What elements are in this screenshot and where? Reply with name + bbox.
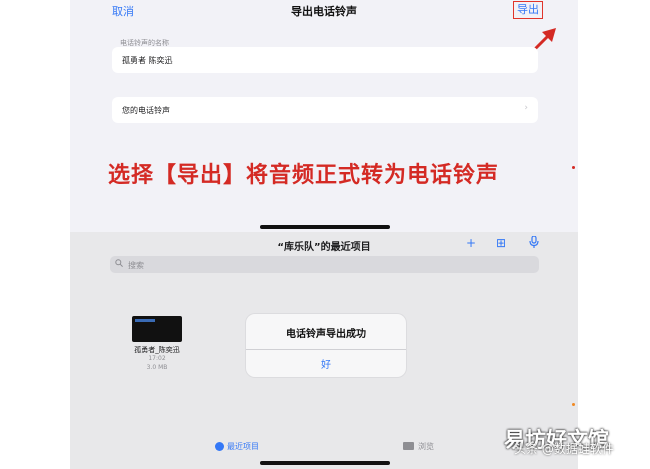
tab-browse[interactable]: 浏览	[403, 441, 434, 452]
ringtone-name-field[interactable]: 孤勇者 陈奕迅	[112, 47, 538, 73]
your-ringtone-row[interactable]: 您的电话铃声 ›	[112, 97, 538, 123]
watermark: 易坊好文馆 头条 @数据蛙软件	[498, 424, 648, 468]
file-time: 17:02	[148, 355, 166, 362]
tab-browse-label: 浏览	[418, 442, 434, 451]
tab-recents-label: 最近项目	[227, 442, 259, 451]
page-title: 导出电话铃声	[291, 5, 357, 18]
tab-recents[interactable]: 最近项目	[215, 441, 259, 452]
file-name[interactable]: 孤勇者_陈奕迅	[114, 345, 200, 355]
alert-title: 电话铃声导出成功	[286, 329, 366, 340]
file-size: 3.0 MB	[146, 364, 168, 371]
search-placeholder: 搜索	[128, 261, 144, 270]
thumbnail-stripe	[135, 319, 155, 322]
export-success-alert: 电话铃声导出成功 好	[246, 314, 406, 377]
folder-icon	[403, 442, 414, 450]
alert-ok-button[interactable]: 好	[246, 356, 406, 371]
chevron-right-icon: ›	[524, 103, 528, 113]
clock-icon	[215, 442, 224, 451]
instruction-caption: 选择【导出】将音频正式转为电话铃声	[108, 163, 500, 188]
search-icon	[115, 259, 123, 269]
microphone-icon[interactable]	[529, 235, 539, 251]
alert-divider	[246, 349, 406, 350]
grid-view-icon[interactable]: ⊞	[496, 236, 506, 250]
export-ringtone-screen: 取消 导出电话铃声 导出 电话铃声的名称 孤勇者 陈奕迅 您的电话铃声 › 选择…	[70, 0, 578, 232]
orange-dot	[572, 403, 575, 406]
home-indicator	[260, 225, 390, 229]
plus-icon[interactable]: +	[466, 236, 476, 250]
file-thumbnail[interactable]	[132, 316, 182, 342]
ringtone-name-value: 孤勇者 陈奕迅	[122, 56, 173, 65]
caption-dot	[572, 166, 575, 169]
watermark-subtitle: 头条 @数据蛙软件	[514, 442, 614, 456]
export-button[interactable]: 导出	[513, 1, 543, 19]
search-field[interactable]: 搜索	[110, 256, 539, 273]
your-ringtone-label: 您的电话铃声	[122, 106, 170, 115]
home-indicator	[260, 461, 390, 465]
